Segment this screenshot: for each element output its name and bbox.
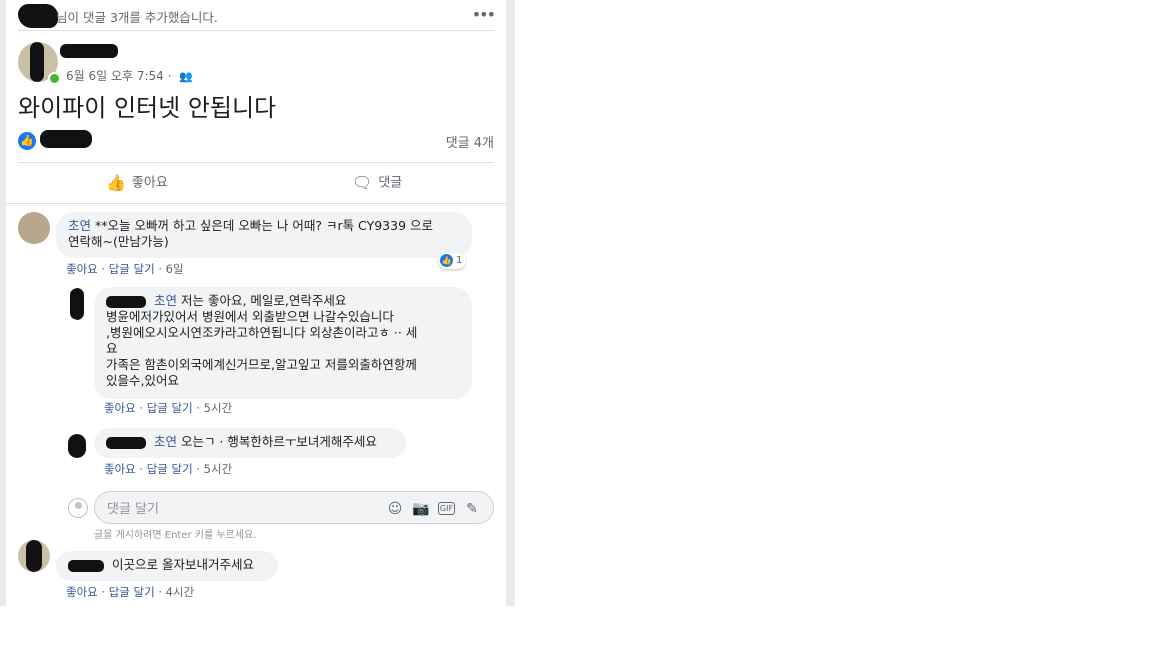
commenter-avatar[interactable] bbox=[18, 212, 50, 244]
enter-hint: 글을 게시하려면 Enter 키를 누르세요. bbox=[94, 530, 257, 541]
reply-bubble: 초연 저는 좋아요, 메일로,연락주세요 병윤에저가있어서 병원에서 외출받으면… bbox=[94, 287, 472, 399]
comment-author[interactable]: 초연 bbox=[68, 218, 91, 233]
comment-button[interactable]: 🗨 댓글 bbox=[352, 163, 402, 203]
reply-line-6: 있을수,있어요 bbox=[106, 373, 179, 388]
reply-bubble: 초연 오는ㄱ · 행복한하르ㅜ보녀게해주세요 bbox=[94, 428, 406, 458]
reply-text: 오는ㄱ · 행복한하르ㅜ보녀게해주세요 bbox=[180, 434, 377, 449]
thumbs-up-icon: 👍 bbox=[106, 173, 126, 192]
reply-meta: 좋아요 · 답글 달기 · 5시간 bbox=[104, 401, 233, 415]
comment-reply-link[interactable]: 답글 달기 bbox=[109, 585, 155, 599]
comment-like-link[interactable]: 좋아요 bbox=[66, 585, 98, 599]
feed-post-card: 님이 댓글 3개를 추가했습니다. ••• 6월 6일 오후 7:54 · 👥 … bbox=[6, 0, 506, 606]
comment-time[interactable]: 4시간 bbox=[166, 585, 194, 599]
comment-label: 댓글 bbox=[378, 175, 403, 191]
like-reaction-icon: 👍 bbox=[440, 253, 453, 267]
reaction-count: 1 bbox=[456, 255, 463, 266]
reactions-summary: 👍 댓글 4개 bbox=[18, 130, 494, 154]
comment-bubble: 이곳으로 올자보내거주세요 bbox=[56, 551, 278, 581]
camera-icon[interactable]: 📷 bbox=[412, 500, 430, 518]
reply-mention[interactable]: 초연 bbox=[154, 434, 177, 449]
reply-meta: 좋아요 · 답글 달기 · 5시간 bbox=[104, 462, 233, 476]
comment-text-line2: 연락해~(만남가능) bbox=[68, 234, 169, 249]
comment-text-line1: **오늘 오빠꺼 하고 싶은데 오빠는 나 어때? ㅋr톡 CY9339 으로 bbox=[95, 218, 433, 233]
comment-like-link[interactable]: 좋아요 bbox=[66, 262, 98, 276]
friends-icon: 👥 bbox=[179, 70, 193, 83]
online-status-icon bbox=[48, 72, 61, 85]
comment-count[interactable]: 댓글 4개 bbox=[446, 132, 494, 151]
reply-time[interactable]: 5시간 bbox=[204, 401, 232, 415]
reply-line-4: 요 bbox=[106, 341, 118, 356]
page-background-right bbox=[506, 0, 515, 606]
reply-line-3: ,병원에오시오시연조카라고하연됩니다 외상촌이라고ㅎ ·· 세 bbox=[106, 325, 418, 340]
reply-time[interactable]: 5시간 bbox=[204, 462, 232, 476]
gif-icon[interactable]: GIF bbox=[438, 502, 455, 515]
post-author-avatar[interactable] bbox=[18, 42, 61, 85]
like-label: 좋아요 bbox=[131, 175, 168, 191]
reply-avatar[interactable] bbox=[66, 288, 90, 320]
redacted-reply-author[interactable] bbox=[106, 295, 146, 308]
reply-reply-link[interactable]: 답글 달기 bbox=[147, 401, 193, 415]
comment-time[interactable]: 6일 bbox=[166, 262, 184, 276]
reply-like-link[interactable]: 좋아요 bbox=[104, 401, 136, 415]
reply-input[interactable] bbox=[105, 498, 369, 520]
more-options-icon[interactable]: ••• bbox=[472, 5, 496, 24]
sticker-icon[interactable]: ✎ bbox=[463, 500, 481, 518]
comment-bubble: 초연 **오늘 오빠꺼 하고 싶은데 오빠는 나 어때? ㅋr톡 CY9339 … bbox=[56, 212, 472, 258]
reply-avatar[interactable] bbox=[66, 434, 88, 458]
reply-like-link[interactable]: 좋아요 bbox=[104, 462, 136, 476]
comment-reply-link[interactable]: 답글 달기 bbox=[109, 262, 155, 276]
activity-text: 님이 댓글 3개를 추가했습니다. bbox=[56, 10, 218, 25]
commenter-avatar[interactable] bbox=[18, 540, 50, 572]
comment-meta: 좋아요 · 답글 달기 · 6일 bbox=[66, 262, 184, 276]
reply-line-1: 저는 좋아요, 메일로,연락주세요 bbox=[180, 293, 347, 308]
like-button[interactable]: 👍 좋아요 bbox=[106, 163, 168, 203]
redacted-comment-author[interactable] bbox=[68, 559, 104, 572]
divider bbox=[6, 203, 506, 204]
current-user-avatar bbox=[68, 498, 88, 518]
reply-reply-link[interactable]: 답글 달기 bbox=[147, 462, 193, 476]
reply-mention[interactable]: 초연 bbox=[154, 293, 177, 308]
comment-reaction-badge[interactable]: 👍 1 bbox=[438, 253, 467, 269]
comment-meta: 좋아요 · 답글 달기 · 4시간 bbox=[66, 585, 195, 599]
emoji-icon[interactable]: ☺ bbox=[386, 500, 404, 518]
post-text: 와이파이 인터넷 안됩니다 bbox=[18, 94, 277, 122]
reply-line-5: 가족은 함촌이외국에계신거므로,알고잎고 저를외출하연항께 bbox=[106, 357, 417, 372]
redacted-reply-author[interactable] bbox=[106, 436, 146, 449]
reply-line-2: 병윤에저가있어서 병원에서 외출받으면 나갈수있습니다 bbox=[106, 309, 394, 324]
post-meta: 6월 6일 오후 7:54 · 👥 bbox=[66, 67, 193, 84]
comment-text: 이곳으로 올자보내거주세요 bbox=[111, 557, 254, 572]
input-toolbar: ☺ 📷 GIF ✎ bbox=[378, 498, 481, 518]
redacted-author-name[interactable] bbox=[60, 44, 118, 58]
action-bar: 👍 좋아요 🗨 댓글 bbox=[18, 162, 494, 204]
post-timestamp[interactable]: 6월 6일 오후 7:54 · bbox=[66, 69, 175, 83]
reply-input-box[interactable]: ☺ 📷 GIF ✎ bbox=[94, 491, 494, 524]
redacted-reactor-name[interactable] bbox=[40, 130, 92, 148]
speech-bubble-icon: 🗨 bbox=[352, 173, 373, 192]
activity-header: 님이 댓글 3개를 추가했습니다. ••• bbox=[18, 4, 496, 31]
like-reaction-icon[interactable]: 👍 bbox=[18, 132, 36, 150]
redacted-name bbox=[18, 4, 58, 28]
